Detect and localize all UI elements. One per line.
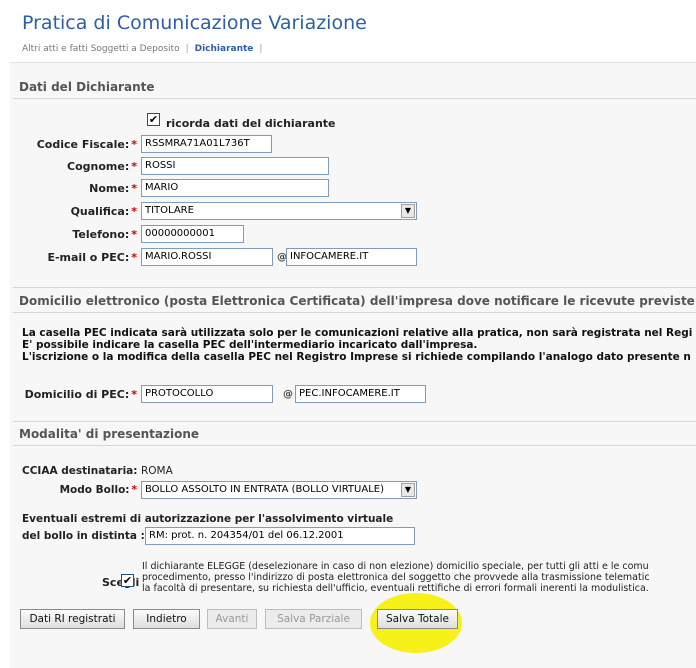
estremi-input[interactable]: RM: prot. n. 204354/01 del 06.12.2001 [145, 527, 415, 545]
estremi-label-line-1: Eventuali estremi di autorizzazione per … [22, 513, 394, 525]
bollo-value: BOLLO ASSOLTO IN ENTRATA (BOLLO VIRTUALE… [145, 484, 384, 495]
telefono-label-text: Telefono: [72, 228, 130, 241]
chevron-down-icon[interactable]: ▼ [401, 483, 415, 497]
bollo-label: Modo Bollo: * [20, 484, 137, 496]
cciaa-label: CCIAA destinataria: [22, 465, 138, 477]
cognome-input[interactable]: ROSSI [141, 157, 329, 175]
pec-domain-input[interactable]: PEC.INFOCAMERE.IT [295, 385, 426, 403]
breadcrumb-item-dichiarante[interactable]: Dichiarante [195, 44, 254, 54]
codice-fiscale-input[interactable]: RSSMRA71A01L736T [141, 135, 272, 153]
required-marker: * [131, 138, 137, 151]
page-title: Pratica di Comunicazione Variazione [22, 12, 367, 34]
breadcrumb-separator: | [185, 44, 189, 54]
elezione-domicilio-checkbox[interactable]: ✔ [121, 574, 134, 587]
email-label: E-mail o PEC: * [20, 251, 137, 264]
cciaa-value: ROMA [141, 465, 173, 477]
salva-parziale-button[interactable]: Salva Parziale [265, 609, 362, 629]
email-label-text: E-mail o PEC: [47, 251, 130, 264]
nome-label-text: Nome: [89, 182, 130, 195]
salva-totale-button[interactable]: Salva Totale [377, 609, 458, 629]
section-title-domicilio: Domicilio elettronico (posta Elettronica… [19, 294, 695, 308]
required-marker: * [131, 182, 137, 195]
estremi-label-line-2: del bollo in distinta : [22, 530, 145, 542]
section-divider [13, 98, 696, 99]
required-marker: * [131, 251, 137, 264]
required-marker: * [131, 228, 137, 241]
qualifica-value: TITOLARE [145, 205, 194, 216]
nome-input[interactable]: MARIO [141, 179, 329, 197]
section-title-dichiarante: Dati del Dichiarante [19, 80, 155, 94]
required-marker: * [131, 484, 138, 496]
elezione-text-line-2: procedimento, presso l'indirizzo di post… [142, 572, 650, 583]
required-marker: * [131, 205, 137, 218]
section-divider [13, 445, 696, 446]
required-marker: * [131, 388, 137, 401]
pec-label-text: Domicilio di PEC: [24, 388, 130, 401]
remember-label: ricorda dati del dichiarante [166, 117, 336, 130]
chevron-down-icon[interactable]: ▼ [401, 204, 415, 218]
indietro-button[interactable]: Indietro [133, 609, 200, 629]
breadcrumb: Altri atti e fatti Soggetti a Deposito | D… [22, 44, 268, 54]
codice-fiscale-label: Codice Fiscale: * [20, 138, 137, 151]
dati-ri-registrati-button[interactable]: Dati RI registrati [20, 609, 125, 629]
elezione-text-line-3: la facoltà di presentare, su richiesta d… [142, 583, 649, 594]
pec-at-sign: @ [283, 389, 293, 400]
email-domain-input[interactable]: INFOCAMERE.IT [286, 248, 417, 266]
breadcrumb-item-altri-atti[interactable]: Altri atti e fatti Soggetti a Deposito [22, 44, 180, 54]
pec-info-line-2: E' possibile indicare la casella PEC del… [22, 339, 478, 351]
section-divider [13, 287, 696, 288]
section-title-modalita: Modalita' di presentazione [19, 427, 199, 441]
pec-label: Domicilio di PEC: * [20, 388, 137, 401]
elezione-text-line-1: Il dichiarante ELEGGE (deselezionare in … [142, 561, 649, 572]
bollo-label-text: Modo Bollo: [59, 484, 130, 496]
pec-info-line-3: L'iscrizione o la modifica della casella… [22, 351, 691, 363]
section-divider [13, 312, 696, 313]
section-divider [13, 421, 696, 422]
qualifica-label-text: Qualifica: [70, 205, 130, 218]
telefono-label: Telefono: * [20, 228, 137, 241]
telefono-input[interactable]: 00000000001 [141, 225, 244, 243]
qualifica-label: Qualifica: * [20, 205, 137, 218]
cognome-label-text: Cognome: [67, 160, 130, 173]
email-user-input[interactable]: MARIO.ROSSI [141, 248, 273, 266]
nome-label: Nome: * [20, 182, 137, 195]
bollo-select[interactable]: BOLLO ASSOLTO IN ENTRATA (BOLLO VIRTUALE… [141, 481, 417, 499]
codice-fiscale-label-text: Codice Fiscale: [36, 138, 130, 151]
required-marker: * [131, 160, 137, 173]
avanti-button[interactable]: Avanti [207, 609, 257, 629]
pec-info-line-1: La casella PEC indicata sarà utilizzata … [22, 327, 693, 339]
qualifica-select[interactable]: TITOLARE ▼ [141, 202, 417, 220]
remember-checkbox[interactable]: ✔ [147, 113, 160, 126]
pec-user-input[interactable]: PROTOCOLLO [141, 385, 273, 403]
breadcrumb-separator-end: | [259, 44, 263, 54]
cognome-label: Cognome: * [20, 160, 137, 173]
